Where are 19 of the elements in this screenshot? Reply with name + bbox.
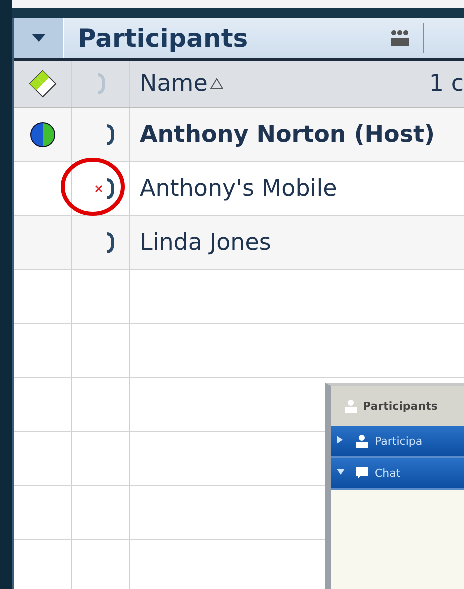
phone-icon: [105, 178, 115, 200]
section-header[interactable]: Participa: [331, 426, 464, 458]
name-column-header[interactable]: Name: [140, 71, 208, 97]
caret-icon: [32, 34, 46, 42]
people-icon[interactable]: [389, 29, 411, 47]
dropdown-button[interactable]: [14, 18, 64, 58]
speech-bubble-icon: [355, 466, 369, 480]
phone-icon: [105, 232, 115, 254]
participant-name[interactable]: Anthony's Mobile: [130, 162, 464, 215]
expanded-icon: [337, 469, 345, 475]
people-icon: [355, 434, 369, 448]
window-title: Participants: [363, 400, 438, 412]
collapsed-icon: [337, 436, 343, 444]
section-header[interactable]: Chat: [331, 458, 464, 490]
panel-title: Participants: [77, 24, 250, 52]
column-header[interactable]: 1 c: [429, 71, 464, 97]
phone-icon: [105, 124, 115, 146]
people-icon: [343, 399, 359, 413]
diamond-icon[interactable]: [28, 70, 56, 98]
